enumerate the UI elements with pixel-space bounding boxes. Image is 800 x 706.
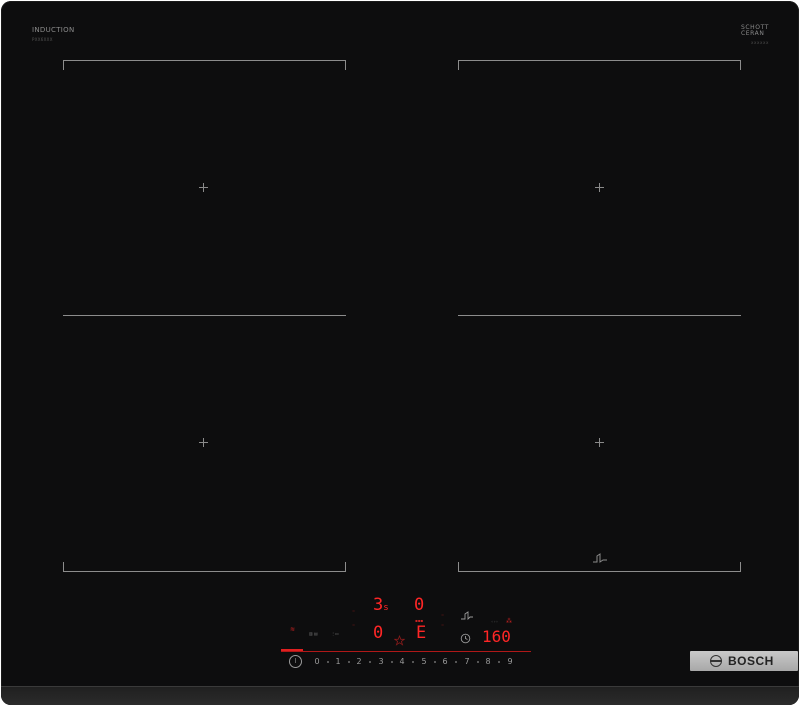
combi-zone-icon[interactable]: ▥ ▤ bbox=[309, 631, 323, 636]
scale-9[interactable]: 9 bbox=[505, 657, 515, 666]
scale-7[interactable]: 7 bbox=[462, 657, 472, 666]
timer-display: 160 bbox=[482, 627, 511, 646]
pan-fry-sensor-icon bbox=[593, 553, 607, 563]
timer-icon[interactable] bbox=[460, 633, 471, 644]
scale-1[interactable]: 1 bbox=[333, 657, 343, 666]
schott-ceran-logo: SCHOTT CERAN XXXXXX bbox=[740, 24, 769, 46]
display-bottom-right: E bbox=[416, 623, 427, 643]
scale-4[interactable]: 4 bbox=[397, 657, 407, 666]
zone-right-top-marking bbox=[458, 60, 741, 70]
scale-0[interactable]: 0 bbox=[312, 657, 322, 666]
bosch-armature-icon bbox=[710, 655, 722, 667]
display-top-left: 3s bbox=[373, 595, 389, 615]
timer-label-icon: ◦◦◦ bbox=[491, 619, 499, 624]
zone-select-bottom-left[interactable]: ⁼ bbox=[352, 623, 355, 630]
scale-3[interactable]: 3 bbox=[376, 657, 386, 666]
scale-dot[interactable] bbox=[348, 661, 350, 663]
cooktop-glass: INDUCTION PXX6XXX SCHOTT CERAN XXXXXX ≋ … bbox=[1, 1, 799, 705]
zone-select-bottom-right[interactable]: ⁼ bbox=[441, 623, 444, 630]
cooktop-frame bbox=[1, 686, 799, 705]
wifi-indicator-icon[interactable]: ≋ bbox=[290, 626, 295, 633]
scale-dot[interactable] bbox=[477, 661, 479, 663]
power-button[interactable]: ⏽ bbox=[289, 655, 302, 668]
induction-label: INDUCTION PXX6XXX bbox=[32, 26, 75, 42]
timer-alert-icon: ⁂ bbox=[506, 618, 512, 625]
display-bottom-left: 0 bbox=[373, 623, 384, 643]
scale-dot[interactable] bbox=[498, 661, 500, 663]
scale-dot[interactable] bbox=[327, 661, 329, 663]
zone-front-left-top-marking bbox=[63, 60, 346, 70]
scale-5[interactable]: 5 bbox=[419, 657, 429, 666]
zone-bottom-right-center-icon[interactable] bbox=[595, 438, 604, 447]
zone-right-divider bbox=[458, 315, 741, 316]
scale-dot[interactable] bbox=[455, 661, 457, 663]
zone-top-left-center-icon[interactable] bbox=[199, 183, 208, 192]
zone-left-bottom-marking bbox=[63, 562, 346, 572]
zone-select-top-right[interactable]: ⁼ bbox=[441, 613, 444, 620]
scale-6[interactable]: 6 bbox=[440, 657, 450, 666]
zone-top-right-center-icon[interactable] bbox=[595, 183, 604, 192]
zone-left-divider bbox=[63, 315, 346, 316]
scale-dot[interactable] bbox=[412, 661, 414, 663]
scale-dot[interactable] bbox=[391, 661, 393, 663]
zone-select-top-left[interactable]: ⁼ bbox=[352, 609, 355, 616]
fry-sensor-icon[interactable] bbox=[460, 609, 474, 620]
power-slider-level bbox=[281, 649, 303, 651]
power-slider-track[interactable] bbox=[281, 651, 531, 652]
scale-8[interactable]: 8 bbox=[483, 657, 493, 666]
scale-dot[interactable] bbox=[369, 661, 371, 663]
flex-zone-icon[interactable]: ⋮▭ bbox=[331, 631, 339, 636]
display-top-right: 0 bbox=[414, 595, 425, 615]
scale-2[interactable]: 2 bbox=[354, 657, 364, 666]
scale-dot[interactable] bbox=[434, 661, 436, 663]
bosch-logo: BOSCH bbox=[690, 651, 798, 671]
zone-bottom-left-center-icon[interactable] bbox=[199, 438, 208, 447]
model-label: PXX6XXX bbox=[32, 37, 53, 42]
favourite-star-icon[interactable] bbox=[394, 635, 405, 646]
